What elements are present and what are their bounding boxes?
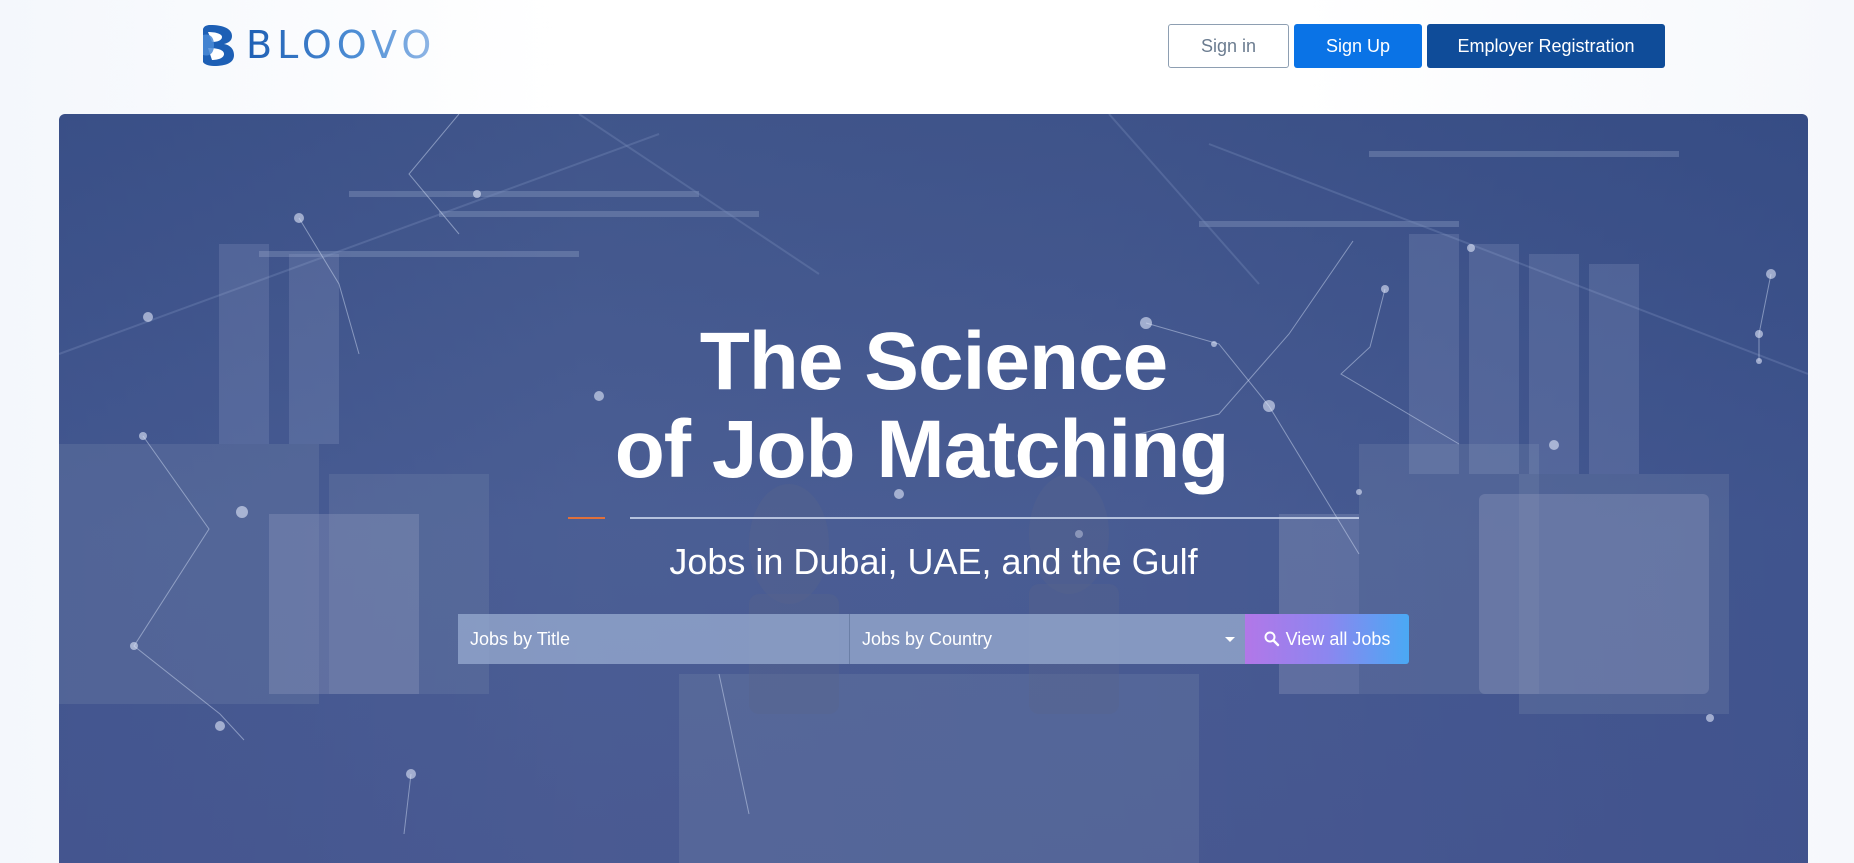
- job-country-select[interactable]: Jobs by Country: [850, 614, 1245, 664]
- hero-headline-line-2: of Job Matching: [614, 404, 1230, 495]
- site-header: BLOOVO Sign in Sign Up Employer Registra…: [0, 0, 1854, 92]
- job-country-placeholder: Jobs by Country: [862, 628, 993, 649]
- view-all-jobs-button[interactable]: View all Jobs: [1245, 614, 1409, 664]
- hero-banner: The Science of Job Matching Jobs in Duba…: [59, 114, 1808, 863]
- sign-up-button[interactable]: Sign Up: [1294, 24, 1422, 68]
- job-search-bar: Jobs by Title Jobs by Country View all J…: [458, 614, 1409, 664]
- search-icon: [1264, 631, 1279, 647]
- hero-headline-line-1: The Science: [699, 316, 1169, 407]
- job-title-input[interactable]: Jobs by Title: [458, 614, 850, 664]
- divider-accent: [568, 517, 605, 519]
- logo-text: BLOOVO: [246, 23, 437, 67]
- logo-mark-icon: [203, 25, 234, 66]
- sign-in-button[interactable]: Sign in: [1168, 24, 1289, 68]
- employer-registration-button[interactable]: Employer Registration: [1427, 24, 1665, 68]
- chevron-down-icon: [1225, 637, 1235, 642]
- job-title-placeholder: Jobs by Title: [470, 628, 571, 649]
- view-all-jobs-label: View all Jobs: [1285, 628, 1391, 649]
- bloovo-logo[interactable]: BLOOVO: [200, 22, 436, 68]
- hero-subheadline: Jobs in Dubai, UAE, and the Gulf: [669, 541, 1198, 582]
- hero-divider: [630, 517, 1359, 519]
